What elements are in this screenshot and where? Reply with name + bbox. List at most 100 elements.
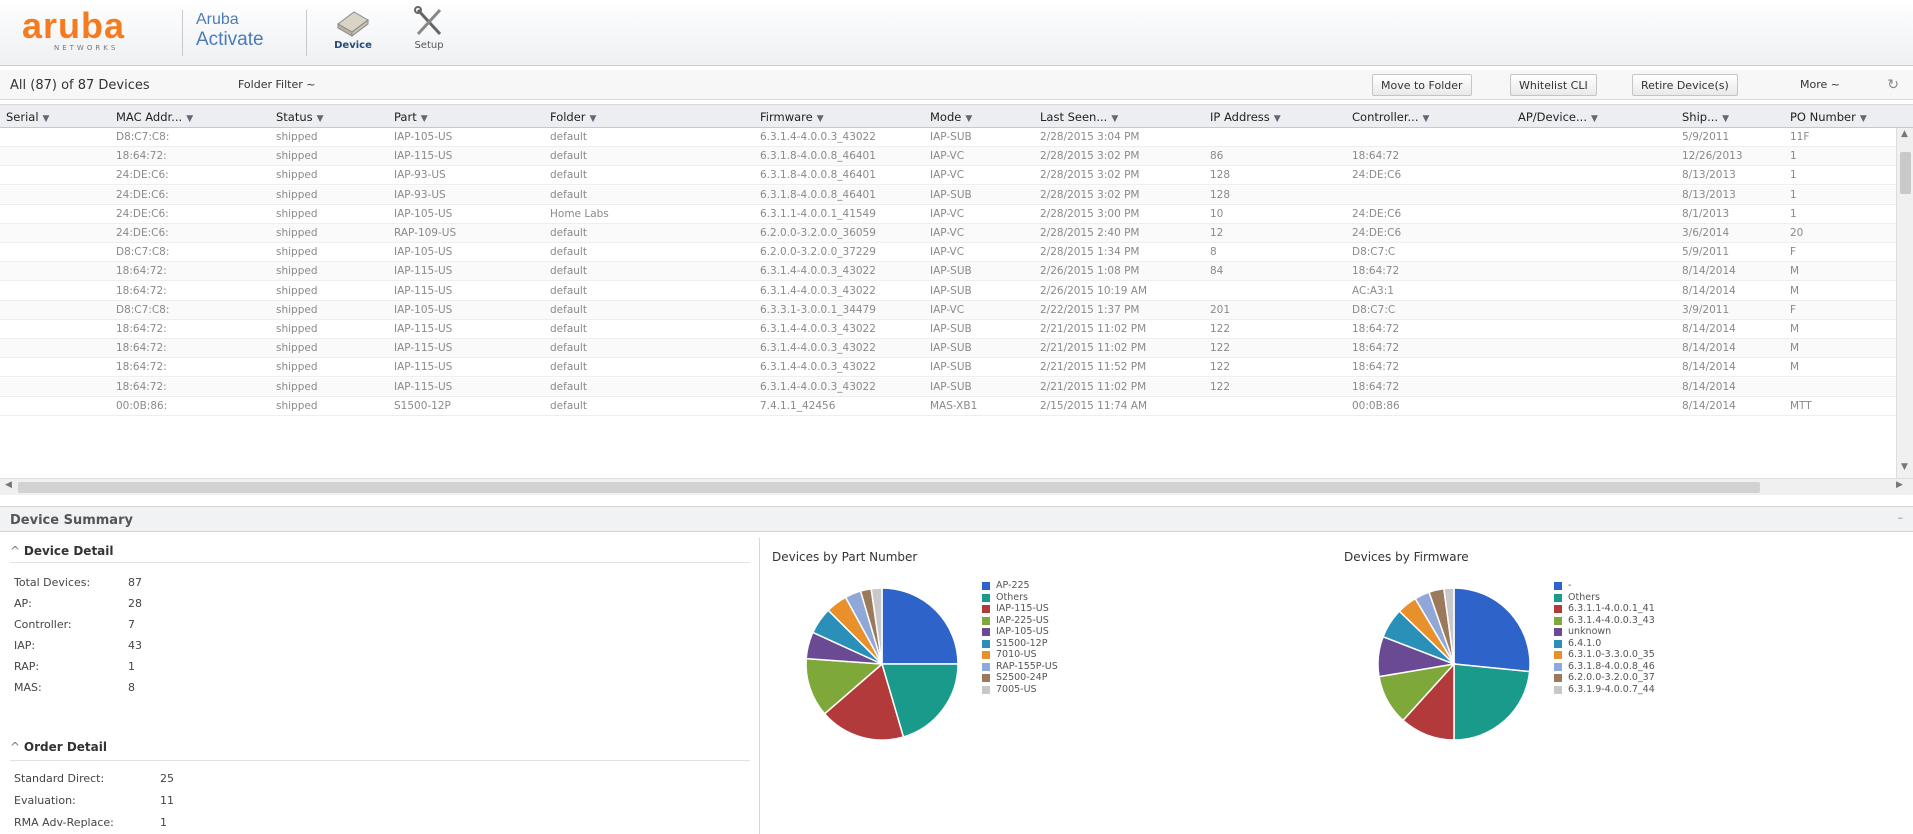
aruba-logo[interactable]: aruba NETWORKS [22, 8, 172, 58]
table-cell: Home Labs [550, 207, 609, 220]
scroll-down-arrow-icon[interactable]: ▼ [1901, 462, 1908, 472]
whitelist-cli-button[interactable]: Whitelist CLI [1510, 74, 1597, 96]
table-cell: shipped [276, 303, 318, 316]
horizontal-scroll-thumb[interactable] [18, 482, 1760, 493]
column-header[interactable]: Controller... ▼ [1352, 110, 1429, 124]
pie-slice[interactable] [1453, 587, 1531, 673]
filter-icon[interactable]: ▼ [590, 114, 597, 124]
table-row[interactable]: 24:DE:C6: shipped RAP-109-US default 6.2.0.0… [0, 224, 1896, 243]
column-header[interactable]: Firmware ▼ [760, 110, 824, 124]
table-row[interactable]: 00:0B:86: shipped S1500-12P default 7.4.1.1_… [0, 397, 1896, 416]
legend-item[interactable]: 6.3.1.8-4.0.0.8_46 [1554, 661, 1655, 673]
column-header[interactable]: AP/Device... ▼ [1518, 110, 1598, 124]
header-divider [182, 10, 183, 56]
device-detail-section-title[interactable]: ^ Device Detail [10, 544, 114, 558]
filter-icon[interactable]: ▼ [817, 114, 824, 124]
table-row[interactable]: 18:64:72: shipped IAP-115-US default 6.3.1.4… [0, 320, 1896, 339]
legend-label: 6.4.1.0 [1568, 637, 1602, 649]
filter-icon[interactable]: ▼ [43, 114, 50, 124]
filter-icon[interactable]: ▼ [186, 114, 193, 124]
pie-slice[interactable] [881, 587, 959, 665]
retire-devices-button[interactable]: Retire Device(s) [1632, 74, 1738, 96]
legend-item[interactable]: 6.3.1.0-3.3.0.0_35 [1554, 649, 1655, 661]
filter-icon[interactable]: ▼ [421, 114, 428, 124]
refresh-icon[interactable]: ↻ [1887, 77, 1899, 93]
folder-filter-dropdown[interactable]: Folder Filter ~ [238, 78, 315, 91]
column-header[interactable]: Status ▼ [276, 110, 324, 124]
nav-setup-button[interactable]: Setup [400, 4, 458, 62]
column-header[interactable]: Part ▼ [394, 110, 428, 124]
vertical-scroll-thumb[interactable] [1900, 152, 1911, 194]
column-header[interactable]: Last Seen... ▼ [1040, 110, 1118, 124]
column-header[interactable]: Serial ▼ [6, 110, 49, 124]
legend-label: AP-225 [996, 580, 1030, 591]
scroll-up-arrow-icon[interactable]: ▲ [1901, 129, 1908, 139]
filter-icon[interactable]: ▼ [1111, 114, 1118, 124]
table-row[interactable]: 18:64:72: shipped IAP-115-US default 6.3.1.8… [0, 147, 1896, 167]
legend-item[interactable]: Others [1554, 592, 1655, 604]
column-header[interactable]: IP Address ▼ [1210, 110, 1281, 124]
legend-item[interactable]: IAP-105-US [982, 626, 1058, 638]
legend-item[interactable]: IAP-115-US [982, 603, 1058, 615]
nav-device-button[interactable]: Device [324, 4, 382, 62]
table-cell: default [550, 188, 587, 201]
table-cell: shipped [276, 207, 318, 220]
pie-slice[interactable] [1453, 663, 1531, 741]
legend-item[interactable]: AP-225 [982, 580, 1058, 592]
table-row[interactable]: 18:64:72: shipped IAP-115-US default 6.3.1.4… [0, 282, 1896, 301]
legend-swatch [1554, 605, 1562, 613]
filter-icon[interactable]: ▼ [317, 114, 324, 124]
legend-item[interactable]: - [1554, 580, 1655, 592]
table-row[interactable]: 18:64:72: shipped IAP-115-US default 6.3.1.4… [0, 377, 1896, 397]
legend-item[interactable]: 6.3.1.4-4.0.0.3_43 [1554, 615, 1655, 627]
table-row[interactable]: D8:C7:C8: shipped IAP-105-US default 6.3.1.4… [0, 128, 1896, 147]
legend-item[interactable]: 6.4.1.0 [1554, 638, 1655, 650]
scroll-left-arrow-icon[interactable]: ◀ [5, 480, 12, 490]
legend-item[interactable]: Others [982, 592, 1058, 604]
table-row[interactable]: D8:C7:C8: shipped IAP-105-US default 6.3.3.1… [0, 300, 1896, 320]
legend-item[interactable]: 7005-US [982, 684, 1058, 696]
legend-item[interactable]: 6.2.0.0-3.2.0.0_37 [1554, 672, 1655, 684]
legend-item[interactable]: S2500-24P [982, 672, 1058, 684]
table-vertical-scrollbar[interactable]: ▲ ▼ [1896, 128, 1913, 478]
table-cell: shipped [276, 284, 318, 297]
filter-icon[interactable]: ▼ [965, 114, 972, 124]
filter-icon[interactable]: ▼ [1860, 114, 1867, 124]
legend-item[interactable]: IAP-225-US [982, 615, 1058, 627]
filter-icon[interactable]: ▼ [1274, 114, 1281, 124]
table-row[interactable]: 24:DE:C6: shipped IAP-93-US default 6.3.1.8-… [0, 185, 1896, 205]
table-cell: IAP-105-US [394, 131, 453, 143]
legend-item[interactable]: 6.3.1.1-4.0.0.1_41 [1554, 603, 1655, 615]
table-row[interactable]: 24:DE:C6: shipped IAP-105-US Home Labs 6.3.1… [0, 205, 1896, 224]
filter-icon[interactable]: ▼ [1591, 114, 1598, 124]
table-row[interactable]: 24:DE:C6: shipped IAP-93-US default 6.3.1.8-… [0, 166, 1896, 186]
table-cell: 8/13/2013 [1682, 188, 1736, 201]
column-header[interactable]: PO Number ▼ [1790, 110, 1867, 124]
legend-item[interactable]: unknown [1554, 626, 1655, 638]
table-cell: shipped [276, 227, 318, 239]
table-cell: 2/28/2015 3:00 PM [1040, 207, 1140, 220]
order-detail-section-title[interactable]: ^ Order Detail [10, 740, 107, 754]
legend-item[interactable]: S1500-12P [982, 638, 1058, 650]
table-horizontal-scrollbar[interactable]: ◀ ▶ [0, 478, 1913, 495]
legend-item[interactable]: RAP-155P-US [982, 661, 1058, 673]
table-row[interactable]: D8:C7:C8: shipped IAP-105-US default 6.2.0.0… [0, 243, 1896, 263]
scroll-right-arrow-icon[interactable]: ▶ [1896, 480, 1903, 490]
collapse-icon[interactable]: – [1898, 511, 1904, 524]
table-row[interactable]: 18:64:72: shipped IAP-115-US default 6.3.1.4… [0, 262, 1896, 282]
filter-icon[interactable]: ▼ [1422, 114, 1429, 124]
table-row[interactable]: 18:64:72: shipped IAP-115-US default 6.3.1.4… [0, 358, 1896, 378]
column-header[interactable]: MAC Addr... ▼ [116, 110, 193, 124]
table-row[interactable]: 18:64:72: shipped IAP-115-US default 6.3.1.4… [0, 339, 1896, 359]
more-dropdown[interactable]: More ~ [1792, 74, 1848, 96]
move-to-folder-button[interactable]: Move to Folder [1372, 74, 1472, 96]
detail-value: 25 [160, 772, 174, 785]
column-header[interactable]: Mode ▼ [930, 110, 972, 124]
column-header[interactable]: Ship... ▼ [1682, 110, 1729, 124]
legend-item[interactable]: 6.3.1.9-4.0.0.7_44 [1554, 684, 1655, 696]
column-header[interactable]: Folder ▼ [550, 110, 596, 124]
filter-icon[interactable]: ▼ [1722, 114, 1729, 124]
table-cell: M [1790, 361, 1800, 374]
device-summary-header[interactable]: Device Summary – [0, 506, 1913, 532]
legend-item[interactable]: 7010-US [982, 649, 1058, 661]
